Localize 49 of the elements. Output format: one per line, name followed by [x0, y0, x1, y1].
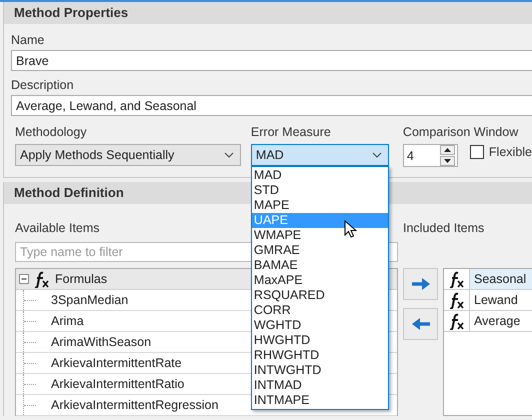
- section-header: Method Properties: [4, 2, 532, 24]
- dropdown-option[interactable]: STD: [252, 183, 388, 198]
- dropdown-option[interactable]: WGHTD: [252, 318, 388, 333]
- function-icon: [449, 292, 464, 308]
- spin-arrows-icon: [440, 145, 455, 166]
- mouse-cursor-icon: [344, 220, 357, 238]
- dropdown-option[interactable]: INTMAPE: [252, 393, 388, 408]
- list-row[interactable]: Seasonal: [470, 269, 532, 289]
- dropdown-option[interactable]: INTWGHTD: [252, 363, 388, 378]
- error-measure-dropdown[interactable]: MAD: [250, 144, 389, 166]
- arrow-right-icon: [410, 277, 430, 291]
- field-label: Included Items: [403, 220, 486, 236]
- dropdown-option[interactable]: RHWGHTD: [252, 348, 388, 363]
- tree-item[interactable]: ArimaWithSeason: [51, 335, 152, 349]
- dropdown-option[interactable]: RSQUARED: [252, 288, 388, 303]
- add-button[interactable]: [403, 268, 438, 300]
- field-label: Methodology: [15, 124, 88, 140]
- function-icon: [34, 270, 49, 288]
- tree-item[interactable]: ArkievaIntermittentRate: [51, 356, 182, 370]
- dropdown-option[interactable]: HWGHTD: [252, 333, 388, 348]
- tree-item[interactable]: ArkievaIntermittentRatio: [51, 377, 184, 391]
- dropdown-option[interactable]: WMAPE: [252, 228, 388, 243]
- checkbox-label: Flexible: [488, 145, 532, 159]
- dropdown-option[interactable]: MAD: [252, 168, 388, 183]
- flexible-checkbox[interactable]: [470, 145, 484, 159]
- tree-group[interactable]: Formulas: [55, 272, 108, 286]
- field-label: Name: [11, 32, 46, 48]
- description-field[interactable]: Average, Lewand, and Seasonal: [11, 95, 532, 116]
- chevron-down-icon: [372, 152, 382, 158]
- collapse-icon[interactable]: [19, 274, 29, 284]
- methodology-dropdown[interactable]: Apply Methods Sequentially: [15, 144, 241, 166]
- name-field[interactable]: Brave: [11, 50, 532, 71]
- chevron-down-icon: [224, 152, 234, 158]
- function-icon: [449, 312, 464, 330]
- function-icon: [449, 270, 464, 288]
- tree-item[interactable]: Arima: [51, 314, 84, 328]
- number-spinner[interactable]: 4: [402, 144, 458, 167]
- tree-item[interactable]: ArkievaIntermittentRegression: [51, 398, 218, 412]
- field-label: Description: [11, 77, 75, 93]
- field-label: Error Measure: [250, 124, 332, 140]
- tree-item[interactable]: 3SpanMedian: [51, 293, 128, 307]
- dropdown-option[interactable]: CORR: [252, 303, 388, 318]
- remove-button[interactable]: [403, 308, 438, 340]
- field-label: Available Items: [15, 220, 100, 236]
- dropdown-option[interactable]: MaxAPE: [252, 273, 388, 288]
- field-label: Comparison Window: [402, 124, 520, 140]
- dropdown-option[interactable]: GMRAE: [252, 243, 388, 258]
- arrow-left-icon: [410, 317, 430, 331]
- dropdown-option[interactable]: INTMAD: [252, 378, 388, 393]
